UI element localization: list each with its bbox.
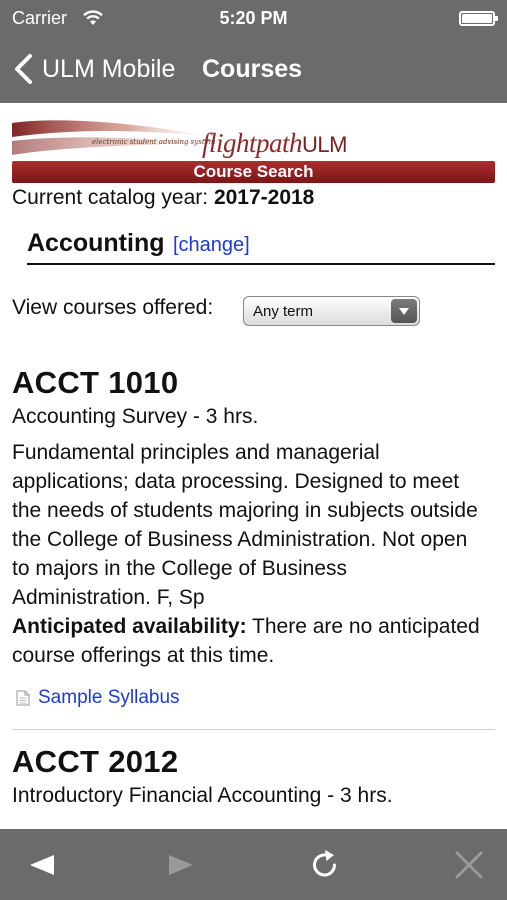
close-icon[interactable]: [451, 847, 487, 883]
reload-icon[interactable]: [307, 847, 343, 883]
flightpath-logo: electronic student advising system fligh…: [12, 115, 352, 165]
department-heading: Accounting [change]: [27, 229, 495, 265]
catalog-year: Current catalog year: 2017-2018: [12, 186, 314, 210]
chevron-down-icon: [391, 299, 417, 323]
course-description-text: Fundamental principles and managerial ap…: [12, 441, 478, 609]
top-bar: Carrier 5:20 PM ULM Mobile Courses: [0, 0, 507, 103]
catalog-year-value: 2017-2018: [213, 186, 315, 209]
navigation-bar: ULM Mobile Courses: [0, 40, 507, 98]
logo-brand-suffix: ULM: [302, 132, 347, 157]
status-time: 5:20 PM: [219, 8, 288, 28]
logo-tagline: electronic student advising system: [92, 138, 216, 146]
battery-icon: [459, 11, 498, 26]
course-description: Fundamental principles and managerial ap…: [12, 438, 482, 670]
forward-arrow-icon[interactable]: [163, 847, 199, 883]
term-select-value: Any term: [253, 303, 314, 320]
course-divider: [12, 729, 495, 730]
course-item: ACCT 1010 Accounting Survey - 3 hrs. Fun…: [12, 365, 495, 670]
course-code: ACCT 2012: [12, 744, 179, 779]
back-button[interactable]: ULM Mobile: [12, 50, 175, 88]
term-select[interactable]: Any term: [243, 296, 420, 326]
logo-brand-italic: flightpath: [202, 128, 303, 158]
page-title: Courses: [202, 55, 303, 83]
document-icon: [16, 690, 30, 706]
department-name: Accounting: [27, 229, 165, 257]
course-code: ACCT 1010: [12, 365, 179, 400]
browser-toolbar: [0, 829, 507, 900]
back-arrow-icon[interactable]: [24, 847, 60, 883]
course-title: Accounting Survey - 3 hrs.: [12, 405, 259, 428]
course-item: ACCT 2012 Introductory Financial Account…: [12, 744, 495, 808]
sample-syllabus-label: Sample Syllabus: [38, 687, 180, 708]
term-filter-label: View courses offered:: [12, 296, 214, 319]
web-content[interactable]: electronic student advising system fligh…: [0, 103, 507, 829]
catalog-year-label: Current catalog year:: [12, 186, 214, 209]
course-title: Introductory Financial Accounting - 3 hr…: [12, 784, 393, 807]
sample-syllabus-link[interactable]: Sample Syllabus: [16, 687, 180, 709]
change-department-link[interactable]: [change]: [173, 234, 250, 256]
availability-label: Anticipated availability:: [12, 615, 247, 638]
back-button-label: ULM Mobile: [42, 54, 176, 83]
course-search-header: Course Search: [12, 161, 495, 183]
logo-brand: flightpathULM: [202, 128, 347, 159]
chevron-left-icon: [15, 54, 32, 84]
status-bar: Carrier 5:20 PM: [0, 0, 507, 36]
